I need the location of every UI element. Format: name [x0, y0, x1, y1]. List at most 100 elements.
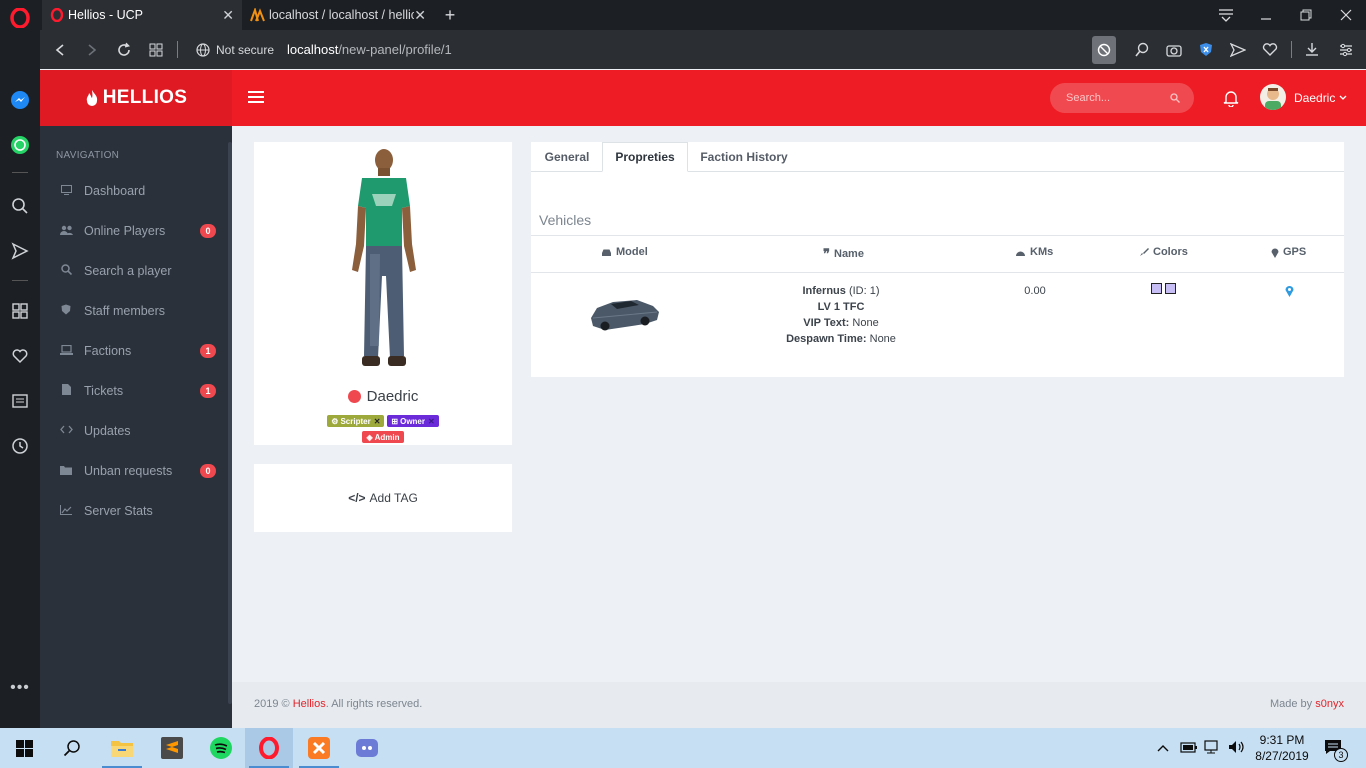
battery-icon[interactable] [1180, 740, 1198, 759]
properties-card: General Propreties Faction History Vehic… [531, 142, 1344, 377]
search-icon [60, 264, 72, 278]
notifications-bell-icon[interactable] [1222, 89, 1240, 108]
gps-marker-icon[interactable] [1285, 284, 1294, 302]
action-center-icon[interactable]: 3 [1324, 739, 1348, 762]
clock-time: 9:31 PM [1259, 733, 1305, 747]
made-by: Made by s0nyx [1270, 698, 1344, 710]
add-tag-button[interactable]: </> Add TAG [254, 464, 512, 532]
clock[interactable]: 9:31 PM 8/27/2019 [1250, 732, 1314, 764]
url-host: localhost [287, 42, 339, 57]
search-icon[interactable] [48, 728, 96, 768]
divider [531, 272, 1344, 273]
windows-start-icon[interactable] [0, 728, 48, 768]
tab-general[interactable]: General [532, 142, 602, 172]
user-menu[interactable]: Daedric [1294, 91, 1347, 105]
sidebar-item-search-player[interactable]: Search a player [40, 251, 228, 291]
chevron-up-icon[interactable] [1157, 740, 1169, 758]
flow-icon[interactable] [1226, 30, 1250, 69]
heart-icon[interactable] [8, 344, 32, 368]
tag-scripter[interactable]: ⚙ Scripter ✕ [327, 415, 385, 427]
remove-tag-icon[interactable]: ✕ [374, 417, 381, 426]
sidebar-item-dashboard[interactable]: Dashboard [40, 171, 228, 211]
download-icon[interactable] [1300, 30, 1324, 69]
sidebar-item-unban-requests[interactable]: Unban requests 0 [40, 451, 228, 491]
sidebar-item-label: Dashboard [84, 184, 146, 198]
whatsapp-icon[interactable] [8, 133, 32, 157]
avatar[interactable] [1260, 84, 1286, 110]
sidebar-item-label: Online Players [84, 224, 166, 238]
users-icon [60, 225, 73, 238]
clock-date: 8/27/2019 [1255, 749, 1309, 763]
sidebar: NAVIGATION Dashboard Online Players 0 Se… [40, 126, 232, 728]
search-icon[interactable] [8, 194, 32, 218]
sidebar-item-tickets[interactable]: Tickets 1 [40, 371, 228, 411]
bookmark-heart-icon[interactable] [1258, 30, 1282, 69]
chart-icon [60, 504, 72, 518]
author-link[interactable]: s0nyx [1315, 698, 1344, 710]
count-badge: 1 [200, 344, 216, 358]
snapshot-icon[interactable] [1162, 30, 1186, 69]
tag-label: Scripter [340, 416, 371, 426]
more-icon[interactable]: ••• [8, 676, 32, 700]
sidebar-item-online-players[interactable]: Online Players 0 [40, 211, 228, 251]
discord-icon[interactable] [343, 728, 391, 768]
monitor-icon [60, 184, 72, 198]
vehicle-name: Infernus [802, 285, 846, 297]
sublime-text-icon[interactable] [148, 728, 196, 768]
tag-owner[interactable]: ⊞ Owner ✕ [387, 415, 439, 427]
spotify-icon[interactable] [197, 728, 245, 768]
adblock-icon[interactable] [1092, 36, 1116, 64]
sidebar-item-server-stats[interactable]: Server Stats [40, 491, 228, 531]
sidebar-item-staff[interactable]: Staff members [40, 291, 228, 331]
divider [531, 235, 1344, 236]
section-title: Vehicles [539, 212, 592, 228]
tab-hellios[interactable]: Hellios - UCP ✕ [42, 0, 242, 30]
messenger-icon[interactable] [8, 88, 32, 112]
history-icon[interactable] [8, 434, 32, 458]
despawn-label: Despawn Time: [786, 333, 867, 345]
footer-brand-link[interactable]: Hellios [293, 698, 326, 710]
url-field[interactable]: localhost/new-panel/profile/1 [287, 30, 452, 69]
tab-menu-icon[interactable] [1206, 0, 1246, 30]
find-icon[interactable] [1130, 30, 1154, 69]
search-input[interactable]: Search... [1050, 83, 1194, 113]
volume-icon[interactable] [1228, 740, 1246, 759]
speed-dial-icon[interactable] [8, 299, 32, 323]
main-content: Daedric ⚙ Scripter ✕ ⊞ Owner ✕ ◈ Admin <… [232, 126, 1366, 682]
opera-sidebar: ••• [0, 0, 40, 728]
hamburger-menu-icon[interactable] [248, 90, 264, 106]
flame-icon [86, 90, 97, 106]
security-indicator[interactable]: Not secure [196, 30, 274, 69]
remove-tag-icon[interactable]: ✕ [428, 417, 435, 426]
back-icon[interactable] [48, 30, 72, 69]
tab-localhost[interactable]: localhost / localhost / hellic ✕ [242, 0, 434, 30]
tag-admin[interactable]: ◈ Admin [362, 431, 404, 443]
minimize-icon[interactable] [1246, 0, 1286, 30]
copyright: 2019 © Hellios. All rights reserved. [254, 698, 422, 710]
opera-tab-icon [50, 8, 64, 22]
network-icon[interactable] [1204, 740, 1222, 759]
tab-faction-history[interactable]: Faction History [688, 142, 800, 172]
tab-propreties[interactable]: Propreties [602, 142, 688, 172]
send-icon[interactable] [8, 239, 32, 263]
opera-taskbar-icon[interactable] [245, 728, 293, 768]
close-window-icon[interactable] [1326, 0, 1366, 30]
news-icon[interactable] [8, 389, 32, 413]
forward-icon[interactable] [80, 30, 104, 69]
extension-shield-icon[interactable] [1194, 30, 1218, 69]
file-explorer-icon[interactable] [98, 728, 146, 768]
new-tab-button[interactable]: + [438, 0, 462, 30]
opera-logo-icon[interactable] [8, 6, 32, 30]
easy-setup-icon[interactable] [1334, 30, 1358, 69]
sidebar-item-factions[interactable]: Factions 1 [40, 331, 228, 371]
brand-logo[interactable]: HELLIOS [40, 70, 232, 126]
tabs-overview-icon[interactable] [144, 30, 168, 69]
xampp-icon[interactable] [295, 728, 343, 768]
sidebar-item-updates[interactable]: Updates [40, 411, 228, 451]
close-tab-icon[interactable]: ✕ [222, 7, 234, 24]
close-tab-icon[interactable]: ✕ [414, 7, 426, 24]
reload-icon[interactable] [112, 30, 136, 69]
restore-icon[interactable] [1286, 0, 1326, 30]
player-name-row: Daedric [254, 388, 512, 405]
car-icon [602, 249, 611, 256]
